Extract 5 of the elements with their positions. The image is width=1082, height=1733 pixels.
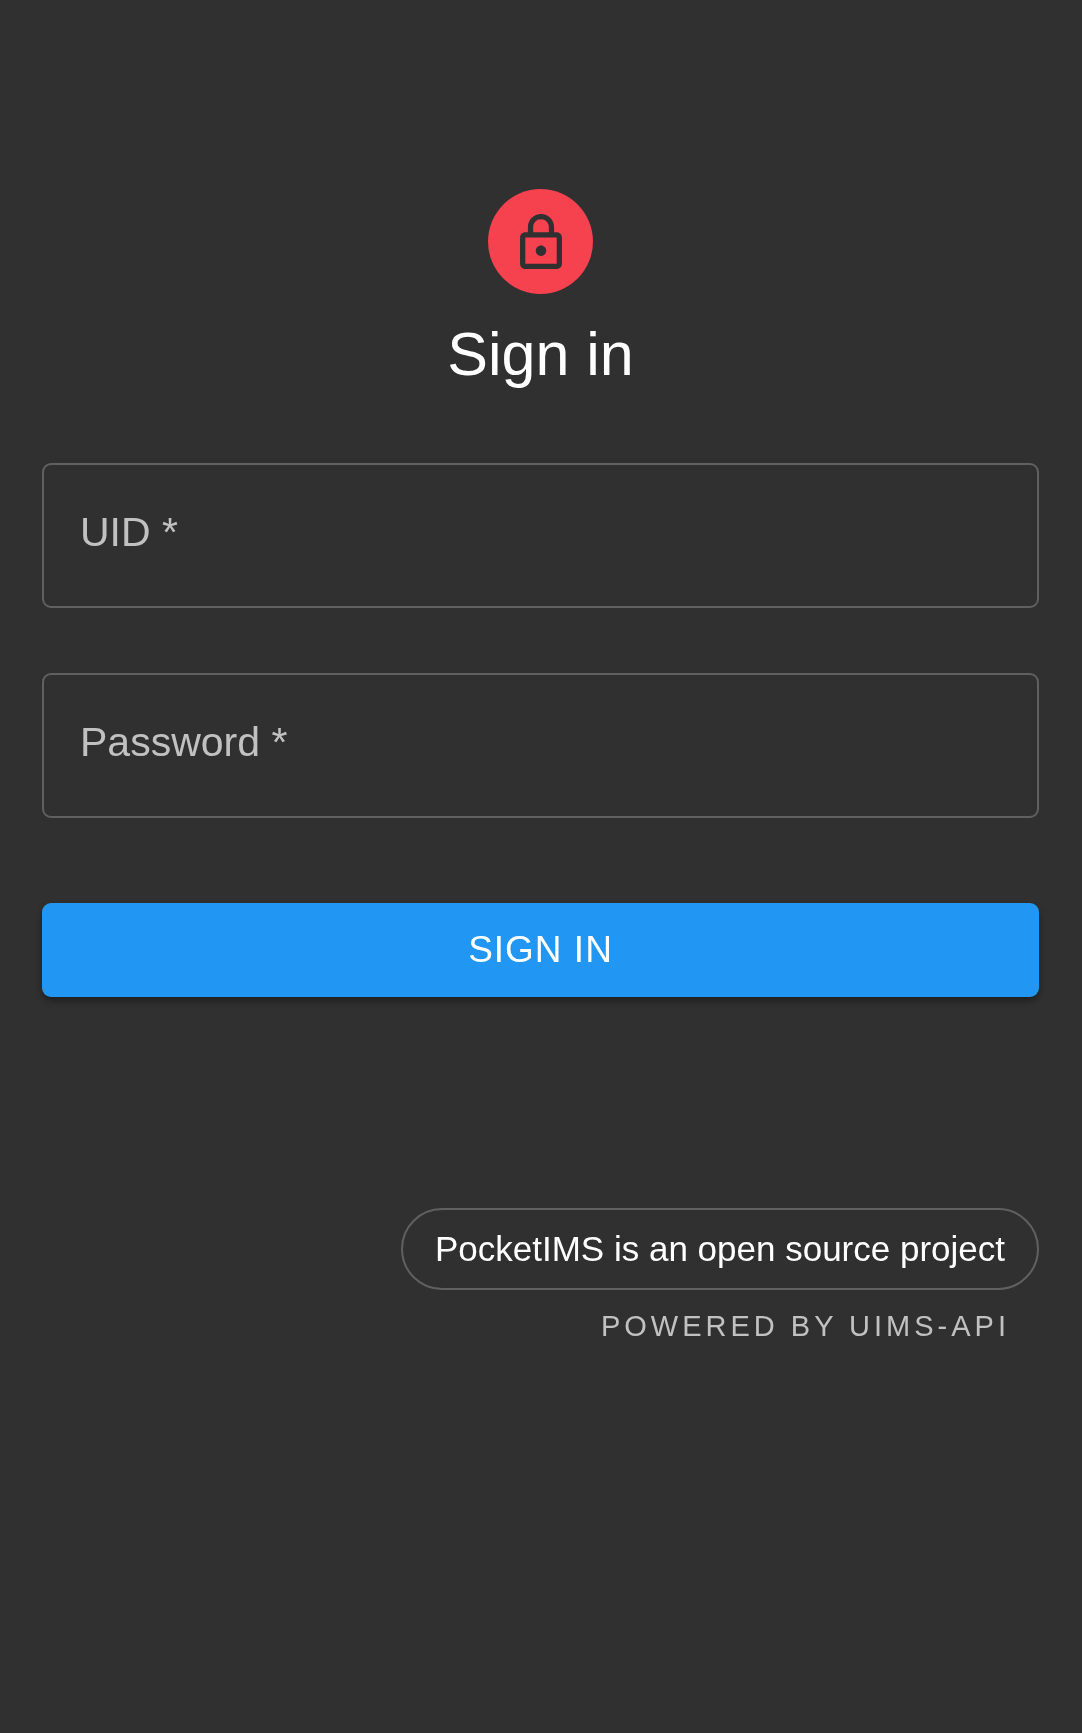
uid-field[interactable]: UID * xyxy=(42,463,1039,608)
powered-by-text: POWERED BY UIMS-API xyxy=(600,1309,1010,1344)
password-field[interactable]: Password * xyxy=(42,673,1039,818)
open-source-link[interactable]: PocketIMS is an open source project xyxy=(401,1208,1039,1290)
page-title: Sign in xyxy=(447,319,634,390)
